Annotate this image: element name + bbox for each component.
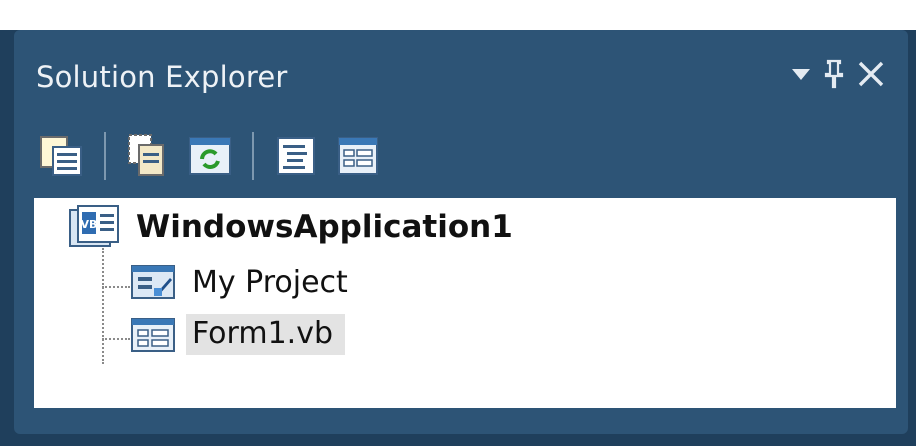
properties-icon bbox=[40, 136, 82, 176]
tree-connector bbox=[102, 286, 130, 288]
properties-button[interactable] bbox=[38, 132, 86, 180]
view-designer-button[interactable] bbox=[334, 132, 382, 180]
refresh-icon bbox=[189, 137, 231, 175]
solution-tree: VB WindowsApplication1 My Project Form1.… bbox=[34, 198, 896, 408]
show-all-files-button[interactable] bbox=[124, 132, 172, 180]
tree-node-label: WindowsApplication1 bbox=[136, 209, 513, 245]
refresh-button[interactable] bbox=[186, 132, 234, 180]
panel-title: Solution Explorer bbox=[36, 60, 288, 94]
tree-node-label-selected: Form1.vb bbox=[186, 314, 345, 355]
view-designer-icon bbox=[338, 137, 378, 175]
close-icon[interactable] bbox=[856, 59, 886, 94]
tree-node-my-project[interactable]: My Project bbox=[130, 262, 348, 302]
page-background bbox=[0, 0, 916, 30]
svg-text:VB: VB bbox=[81, 218, 98, 231]
panel-toolbar bbox=[38, 116, 908, 196]
tree-node-root[interactable]: VB WindowsApplication1 bbox=[68, 204, 513, 250]
window-position-dropdown-icon[interactable] bbox=[790, 62, 812, 90]
view-code-icon bbox=[277, 137, 315, 175]
toolbar-separator bbox=[104, 132, 106, 180]
form-icon bbox=[131, 317, 175, 352]
vb-project-icon: VB bbox=[69, 205, 119, 247]
tree-connector bbox=[102, 248, 104, 364]
my-project-icon bbox=[131, 265, 175, 299]
tree-connector bbox=[102, 338, 130, 340]
toolbar-separator bbox=[252, 132, 254, 180]
tree-node-form1[interactable]: Form1.vb bbox=[130, 314, 345, 355]
titlebar-controls bbox=[790, 58, 886, 94]
panel-titlebar: Solution Explorer bbox=[14, 42, 894, 112]
view-code-button[interactable] bbox=[272, 132, 320, 180]
show-all-files-icon bbox=[128, 134, 164, 176]
tree-node-label: My Project bbox=[192, 264, 348, 300]
pin-icon[interactable] bbox=[822, 58, 846, 95]
